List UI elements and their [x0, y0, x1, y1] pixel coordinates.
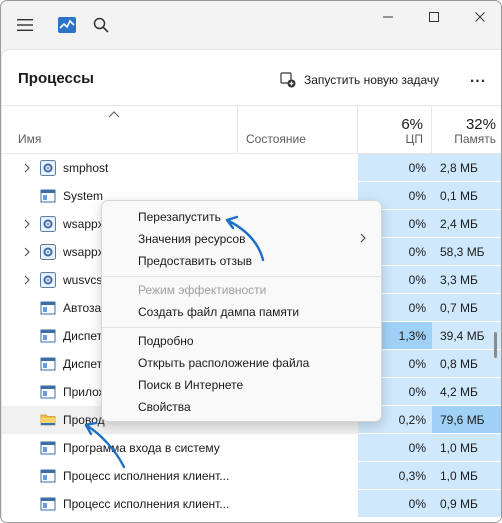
- gear-icon: [40, 244, 56, 260]
- table-row[interactable]: smphost 0% 2,8 МБ: [2, 154, 501, 182]
- process-memory: 2,4 МБ: [432, 210, 501, 238]
- process-memory: 0,9 МБ: [432, 490, 501, 518]
- menu-item-restart[interactable]: Перезапустить: [102, 206, 381, 228]
- search-icon[interactable]: [91, 15, 111, 35]
- window-icon: [40, 189, 56, 203]
- process-memory: 79,6 МБ: [432, 406, 501, 434]
- chevron-right-icon[interactable]: [22, 247, 32, 257]
- chevron-right-icon[interactable]: [22, 275, 32, 285]
- table-header: Имя Состояние 6% ЦП 32% Память: [2, 106, 501, 154]
- process-name: Процесс исполнения клиент...: [63, 469, 230, 483]
- toolbar: Процессы Запустить новую задачу ...: [2, 50, 501, 106]
- menu-item-details[interactable]: Подробно: [102, 330, 381, 352]
- process-name: Процесс исполнения клиент...: [63, 497, 230, 511]
- process-memory: 58,3 МБ: [432, 238, 501, 266]
- menu-item-properties[interactable]: Свойства: [102, 396, 381, 418]
- column-header-state[interactable]: Состояние: [238, 106, 358, 154]
- column-header-name[interactable]: Имя: [2, 106, 238, 154]
- process-memory: 4,2 МБ: [432, 378, 501, 406]
- process-cpu: 0,3%: [358, 462, 432, 490]
- cpu-total-percent: 6%: [401, 116, 423, 133]
- process-cpu: 0%: [358, 434, 432, 462]
- window-icon: [40, 497, 56, 511]
- process-state: [238, 434, 358, 462]
- process-state: [238, 462, 358, 490]
- chevron-right-icon[interactable]: [22, 163, 32, 173]
- close-button[interactable]: [457, 1, 501, 33]
- vertical-scrollbar[interactable]: [494, 332, 497, 358]
- process-memory: 0,1 МБ: [432, 182, 501, 210]
- context-menu: Перезапустить Значения ресурсов Предоста…: [101, 200, 382, 422]
- table-row[interactable]: Процесс исполнения клиент... 0% 0,9 МБ: [2, 490, 501, 518]
- window-icon: [40, 441, 56, 455]
- process-state: [238, 154, 358, 182]
- window-icon: [40, 357, 56, 371]
- menu-item-feedback[interactable]: Предоставить отзыв: [102, 250, 381, 272]
- menu-separator: [102, 276, 381, 277]
- page-title: Процессы: [18, 70, 94, 87]
- new-task-icon: [280, 72, 296, 88]
- window-icon: [40, 385, 56, 399]
- menu-item-efficiency-mode: Режим эффективности: [138, 283, 267, 297]
- table-row[interactable]: Процесс исполнения клиент... 0,3% 1,0 МБ: [2, 462, 501, 490]
- title-bar: [1, 1, 501, 49]
- menu-item-resource-values[interactable]: Значения ресурсов: [102, 228, 381, 250]
- process-cpu: 0%: [358, 154, 432, 182]
- process-memory: 0,8 МБ: [432, 350, 501, 378]
- process-memory: 39,4 МБ: [432, 322, 501, 350]
- memory-total-percent: 32%: [465, 116, 496, 133]
- menu-item-open-file-location[interactable]: Открыть расположение файла: [102, 352, 381, 374]
- process-name: Программа входа в систему: [63, 441, 220, 455]
- process-memory: 1,0 МБ: [432, 462, 501, 490]
- process-cpu: 0%: [358, 490, 432, 518]
- menu-item-label: Значения ресурсов: [138, 232, 246, 246]
- menu-item-search-online[interactable]: Поиск в Интернете: [102, 374, 381, 396]
- gear-icon: [40, 160, 56, 176]
- table-row[interactable]: Программа входа в систему 0% 1,0 МБ: [2, 434, 501, 462]
- minimize-button[interactable]: [365, 1, 411, 33]
- column-header-memory[interactable]: 32% Память: [432, 106, 501, 154]
- window-icon: [40, 301, 56, 315]
- process-memory: 3,3 МБ: [432, 266, 501, 294]
- menu-separator: [102, 327, 381, 328]
- menu-item-create-dump[interactable]: Создать файл дампа памяти: [102, 301, 381, 323]
- window-icon: [40, 469, 56, 483]
- process-state: [238, 490, 358, 518]
- gear-icon: [40, 272, 56, 288]
- hamburger-menu-icon[interactable]: [15, 15, 35, 35]
- run-new-task-button[interactable]: Запустить новую задачу: [280, 68, 439, 92]
- more-options-button[interactable]: ...: [468, 68, 488, 88]
- column-header-cpu[interactable]: 6% ЦП: [358, 106, 432, 154]
- window-icon: [40, 329, 56, 343]
- task-manager-window: Процессы Запустить новую задачу ... Имя …: [0, 0, 502, 523]
- task-manager-app-icon: [57, 15, 77, 35]
- process-memory: 0,7 МБ: [432, 294, 501, 322]
- gear-icon: [40, 216, 56, 232]
- process-memory: 1,0 МБ: [432, 434, 501, 462]
- run-new-task-label: Запустить новую задачу: [304, 73, 440, 87]
- process-memory: 2,8 МБ: [432, 154, 501, 182]
- chevron-right-icon[interactable]: [22, 219, 32, 229]
- maximize-button[interactable]: [411, 1, 457, 33]
- process-name: smphost: [63, 161, 109, 175]
- chevron-right-icon: [360, 233, 366, 243]
- folder-icon: [40, 414, 56, 426]
